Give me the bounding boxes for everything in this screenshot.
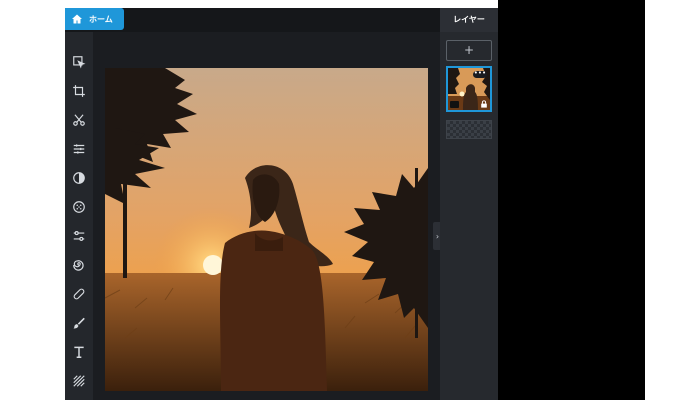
toggle-sliders-icon[interactable] — [69, 226, 89, 246]
lock-icon[interactable] — [480, 100, 488, 108]
text-icon[interactable] — [69, 342, 89, 362]
home-button[interactable]: ホーム — [65, 8, 124, 30]
canvas-area[interactable] — [93, 32, 440, 400]
swirl-icon[interactable] — [69, 255, 89, 275]
dots-grid-icon[interactable] — [69, 197, 89, 217]
outer-background — [498, 0, 645, 400]
add-layer-button[interactable]: + — [446, 40, 492, 61]
crop-icon[interactable] — [69, 81, 89, 101]
image-layer-icon — [450, 101, 459, 108]
home-icon — [71, 13, 83, 25]
layer-thumbnail-transparent[interactable] — [446, 120, 492, 139]
layers-panel: レイヤー + ••• — [440, 8, 498, 400]
photo-editor-window: ホーム › レイヤー + ••• — [65, 8, 498, 400]
home-button-label: ホーム — [89, 14, 113, 24]
scissors-icon[interactable] — [69, 110, 89, 130]
bandage-icon[interactable] — [69, 284, 89, 304]
layer-more-button[interactable]: ••• — [473, 70, 487, 78]
select-arrow-icon[interactable] — [69, 52, 89, 72]
brush-icon[interactable] — [69, 313, 89, 333]
tool-sidebar — [65, 32, 93, 400]
layers-title: レイヤー — [440, 8, 498, 32]
layer-thumbnail-photo[interactable]: ••• — [446, 66, 492, 112]
diagonal-lines-icon[interactable] — [69, 371, 89, 391]
top-bar: ホーム — [65, 8, 440, 32]
sliders-icon[interactable] — [69, 139, 89, 159]
main-photo[interactable] — [105, 68, 428, 391]
half-circle-icon[interactable] — [69, 168, 89, 188]
